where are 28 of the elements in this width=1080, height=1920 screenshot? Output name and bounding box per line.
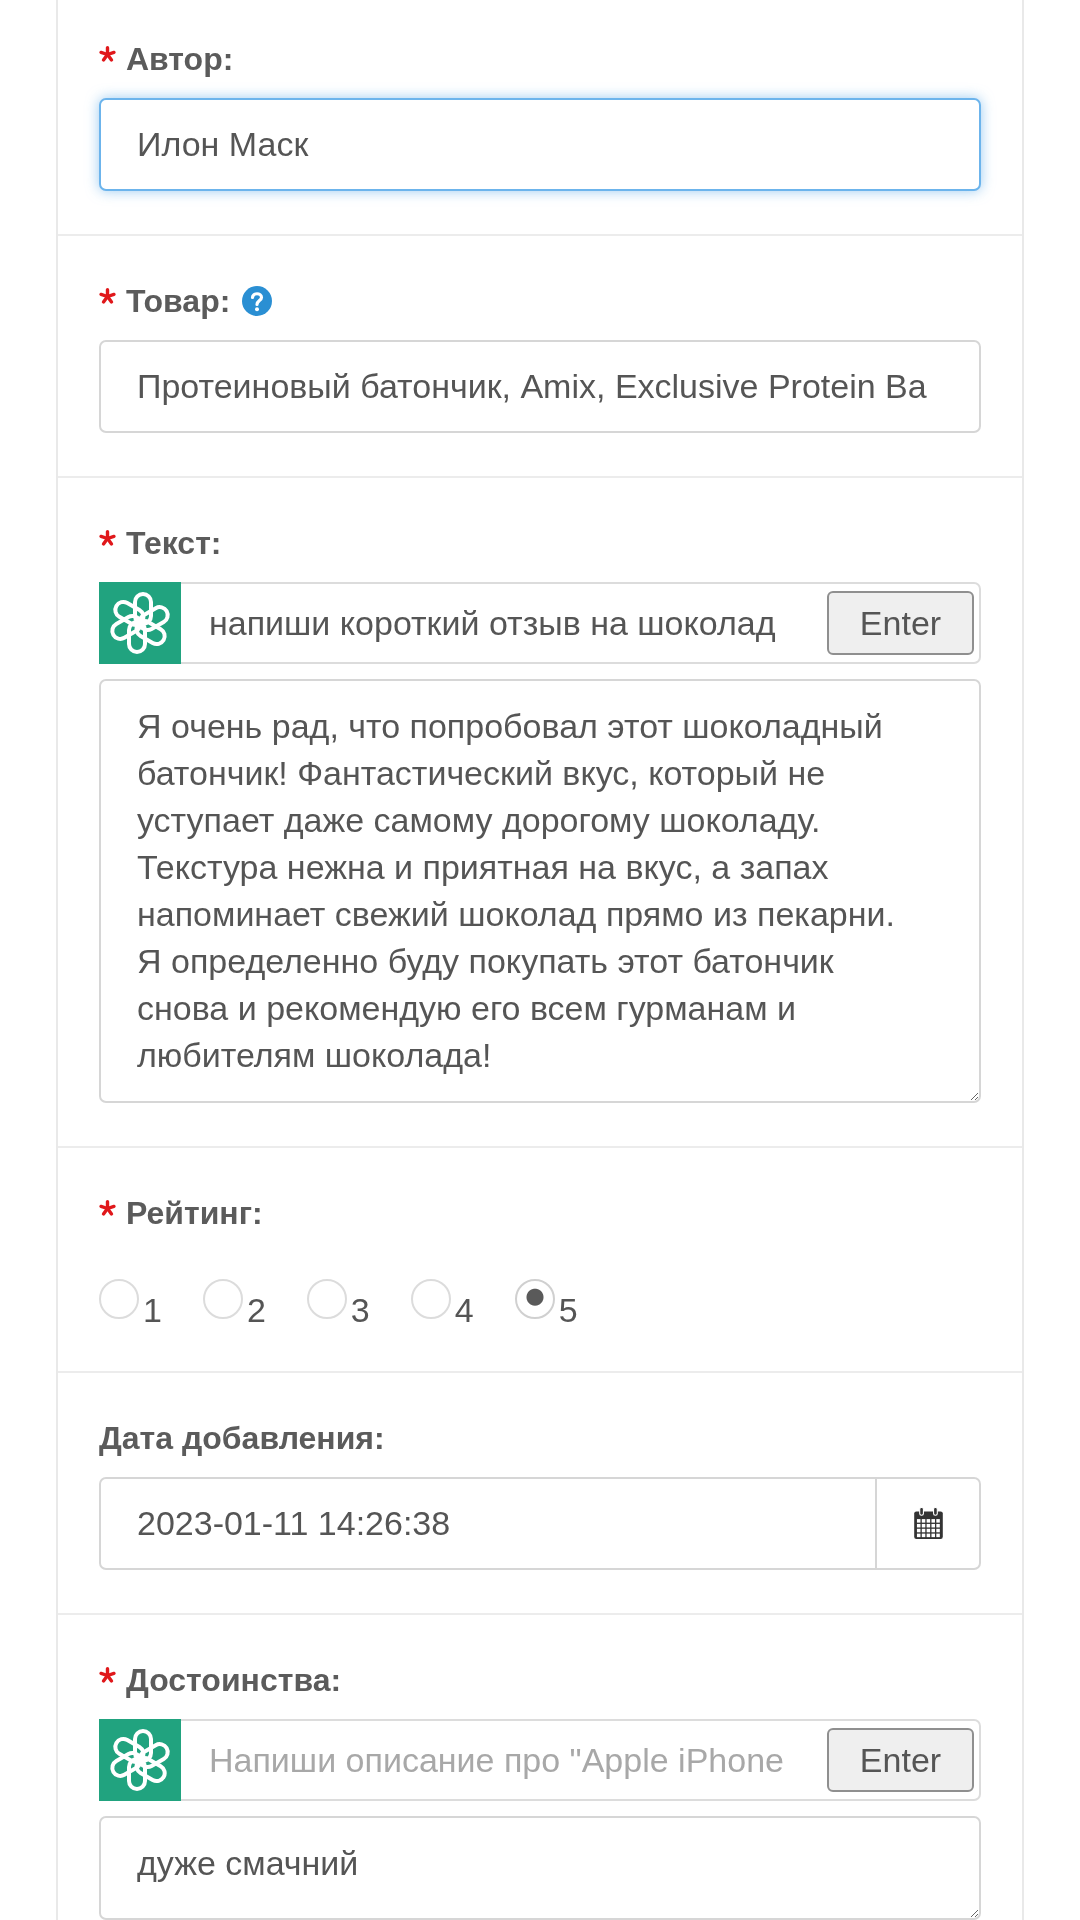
input-field[interactable]: Илон Маск xyxy=(99,98,981,191)
help-icon[interactable] xyxy=(242,286,273,316)
flower-icon xyxy=(99,582,181,664)
date-field[interactable]: 2023-01-11 14:26:38 xyxy=(99,1477,877,1570)
radio-label: 1 xyxy=(143,1292,162,1328)
radio-label: 2 xyxy=(246,1292,266,1328)
enter-button[interactable]: Enter xyxy=(827,1728,974,1792)
field-label: Текст: xyxy=(126,526,222,560)
calendar-button[interactable] xyxy=(877,1477,981,1570)
calendar-icon xyxy=(912,1507,944,1540)
enter-button[interactable]: Enter xyxy=(827,591,974,655)
field-label: Автор: xyxy=(126,42,234,76)
flower-icon xyxy=(99,1719,181,1801)
text-area[interactable]: дуже смачний xyxy=(99,1816,981,1920)
input-field[interactable]: Протеиновый батончик, Amix, Exclusive Protein Ba xyxy=(99,340,981,433)
text-area[interactable]: Я очень рад, что попробовал этот шоколадный батончик! Фантастический вкус, который не уступает даже самому дорогому шоколаду. Текстура нежна и приятная на вкус, а запах напоминает свежий шоколад прямо из пекарни. Я определенно буду покупать этот батончик снова и рекомендую его всем гурманам и любителям шоколада! xyxy=(99,679,981,1103)
field-label: Товар: xyxy=(126,284,231,318)
radio-label: 5 xyxy=(558,1292,578,1328)
radio-label: 3 xyxy=(350,1292,370,1328)
field-label: Достоинства: xyxy=(126,1663,342,1697)
radio-button[interactable] xyxy=(99,1279,139,1319)
field-label: Дата добавления: xyxy=(99,1421,385,1455)
radio-button[interactable] xyxy=(306,1279,347,1319)
radio-button[interactable] xyxy=(410,1279,451,1319)
radio-button[interactable] xyxy=(514,1279,555,1319)
radio-label: 4 xyxy=(454,1292,474,1328)
radio-button[interactable] xyxy=(202,1279,243,1319)
field-label: Рейтинг: xyxy=(126,1196,263,1230)
